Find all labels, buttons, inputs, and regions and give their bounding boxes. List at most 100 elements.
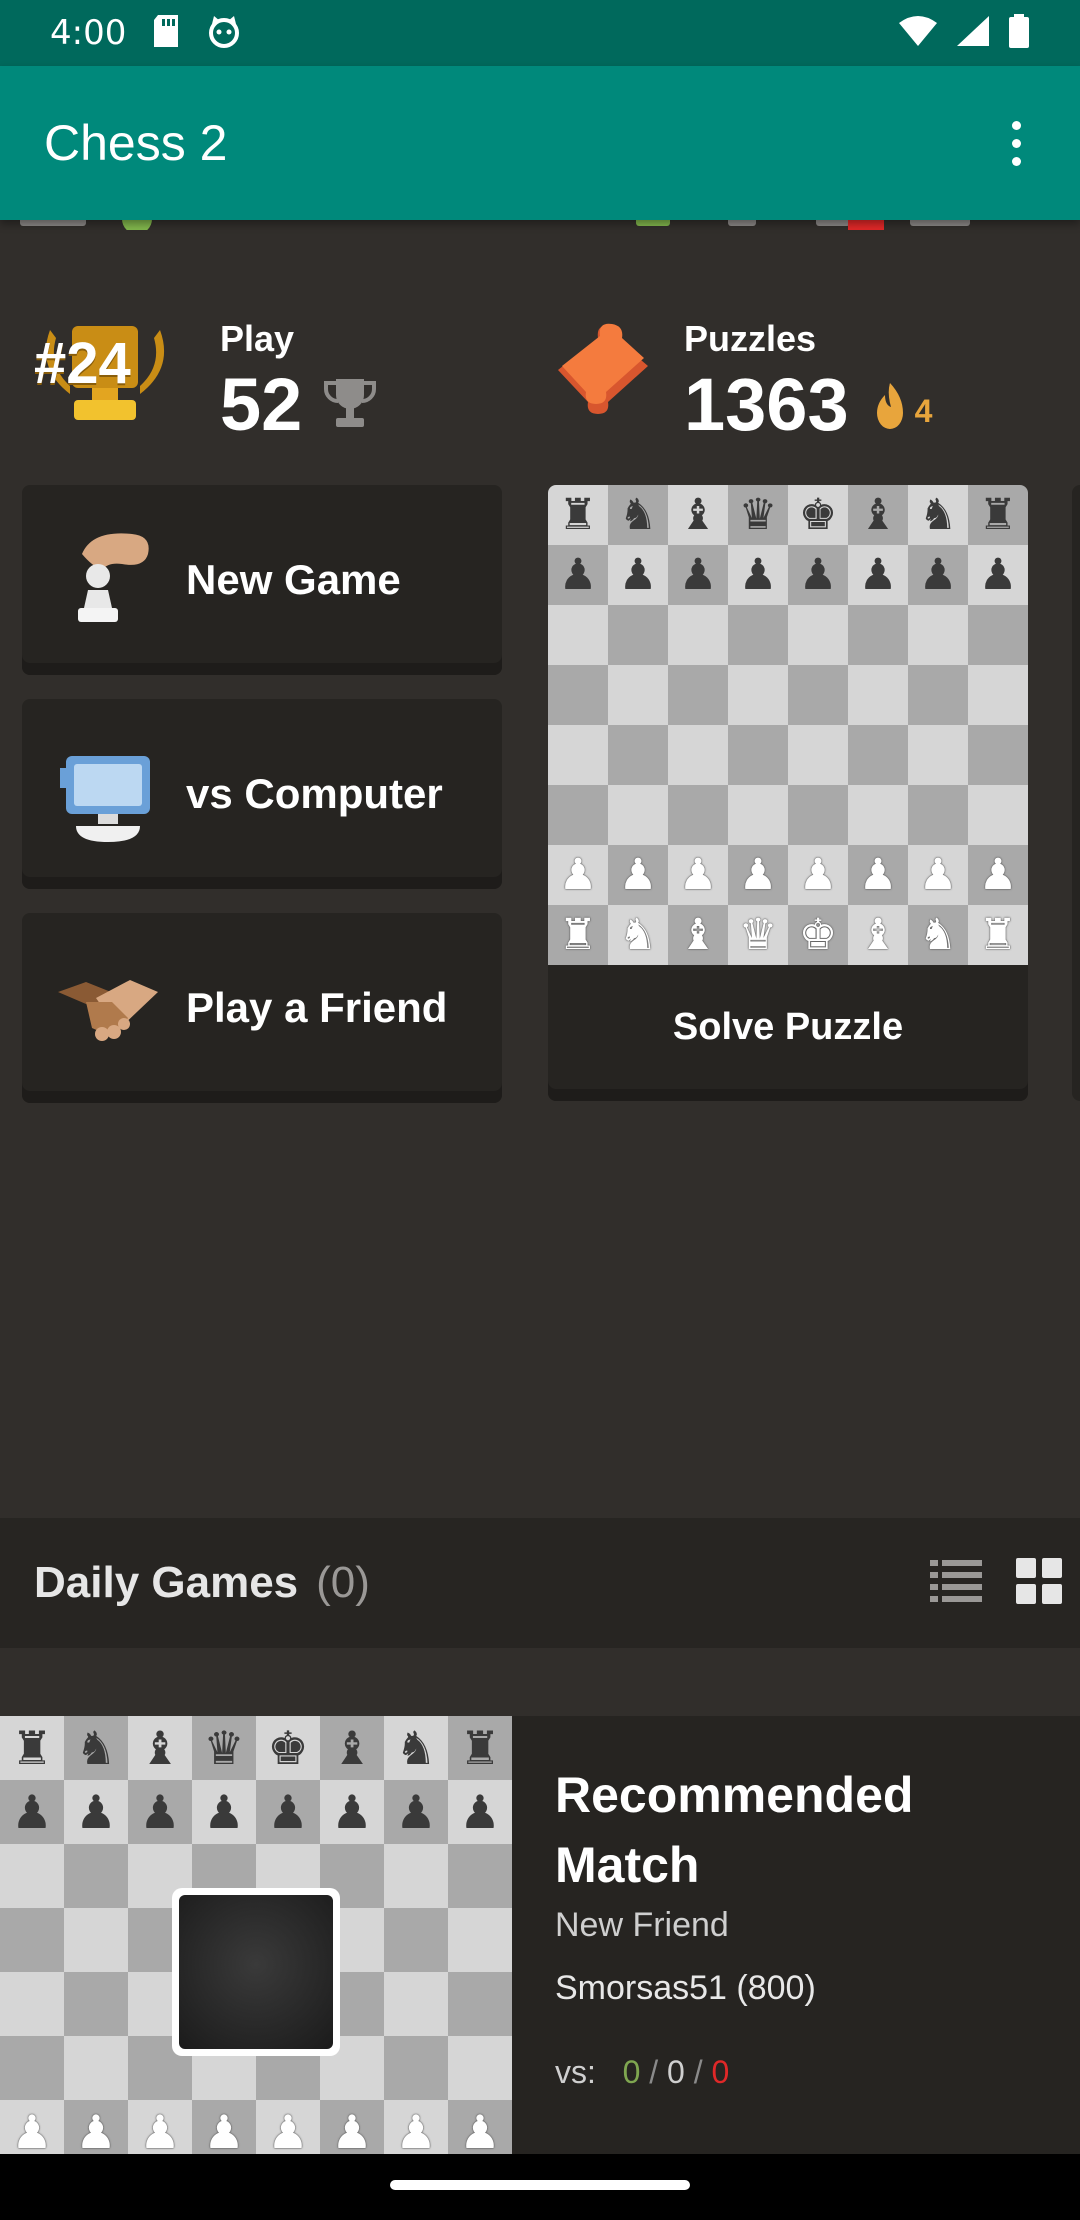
board-square: ♟	[848, 845, 908, 905]
recommended-board: ♜♞♝♛♚♝♞♜♟♟♟♟♟♟♟♟♟♟♟♟♟♟♟♟♜♞♝♛♚♝♞♜	[0, 1716, 512, 2156]
board-square	[384, 1972, 448, 2036]
board-square	[668, 665, 728, 725]
solve-puzzle-button[interactable]: Solve Puzzle	[548, 965, 1028, 1089]
board-square	[548, 605, 608, 665]
chess-piece-icon: ♟	[678, 549, 718, 600]
app-screen: 4:00 Chess 2 #24 Play 52 Puzzles 1363 4 …	[0, 0, 1080, 2220]
board-square: ♚	[788, 905, 848, 965]
more-vert-icon[interactable]	[996, 113, 1036, 173]
board-square	[608, 605, 668, 665]
board-square: ♟	[320, 1780, 384, 1844]
sd-card-icon	[152, 14, 180, 53]
status-bar: 4:00	[0, 0, 1080, 66]
board-square: ♜	[548, 485, 608, 545]
board-square: ♞	[908, 485, 968, 545]
opponent-name: Smorsas51 (800)	[555, 1969, 816, 2007]
board-square: ♜	[968, 905, 1028, 965]
chess-piece-icon: ♟	[858, 549, 898, 600]
list-view-icon[interactable]	[930, 1558, 982, 1609]
computer-icon	[52, 738, 164, 850]
chess-piece-icon: ♟	[738, 849, 778, 900]
trophy-icon	[322, 375, 378, 436]
chess-piece-icon: ♜	[978, 909, 1018, 960]
draws-count: 0	[667, 2054, 685, 2090]
chess-piece-icon: ♞	[618, 489, 658, 540]
cat-icon	[206, 14, 242, 53]
pawn-hand-icon	[52, 524, 164, 636]
board-square: ♝	[848, 905, 908, 965]
chess-piece-icon: ♟	[267, 2105, 309, 2156]
board-square	[908, 785, 968, 845]
daily-games-count: (0)	[316, 1558, 370, 1607]
board-square: ♟	[128, 1780, 192, 1844]
board-square: ♟	[384, 2100, 448, 2156]
play-friend-button[interactable]: Play a Friend	[22, 913, 502, 1103]
play-stat[interactable]: #24 Play 52	[30, 318, 378, 442]
board-square: ♞	[608, 485, 668, 545]
play-friend-label: Play a Friend	[186, 984, 448, 1031]
board-square: ♝	[128, 1716, 192, 1780]
opponent-avatar	[172, 1888, 340, 2056]
chess-piece-icon: ♜	[558, 489, 598, 540]
chess-piece-icon: ♜	[558, 909, 598, 960]
board-square: ♟	[320, 2100, 384, 2156]
board-square: ♟	[848, 545, 908, 605]
board-square	[668, 785, 728, 845]
board-square	[548, 785, 608, 845]
board-square: ♟	[256, 1780, 320, 1844]
chess-piece-icon: ♜	[978, 489, 1018, 540]
chess-piece-icon: ♞	[618, 909, 658, 960]
new-game-button[interactable]: New Game	[22, 485, 502, 675]
board-square: ♛	[192, 1716, 256, 1780]
board-square	[788, 785, 848, 845]
chess-piece-icon: ♟	[203, 1785, 245, 1839]
chess-piece-icon: ♞	[75, 1721, 117, 1775]
board-square: ♟	[728, 545, 788, 605]
board-square: ♞	[908, 905, 968, 965]
chess-piece-icon: ♟	[918, 849, 958, 900]
losses-count: 0	[711, 2054, 730, 2090]
chess-piece-icon: ♛	[738, 909, 778, 960]
app-title: Chess 2	[44, 115, 228, 171]
puzzle-icon	[550, 318, 654, 422]
board-square	[908, 665, 968, 725]
chess-piece-icon: ♟	[395, 1785, 437, 1839]
app-bar: Chess 2	[0, 66, 1080, 220]
chess-piece-icon: ♟	[978, 849, 1018, 900]
board-square: ♟	[548, 545, 608, 605]
board-square	[448, 2036, 512, 2100]
chess-piece-icon: ♟	[75, 2105, 117, 2156]
board-square	[384, 2036, 448, 2100]
separator: /	[649, 2054, 659, 2090]
home-gesture-handle[interactable]	[390, 2180, 690, 2190]
chess-piece-icon: ♝	[858, 489, 898, 540]
board-square	[728, 605, 788, 665]
vs-computer-button[interactable]: vs Computer	[22, 699, 502, 889]
chess-piece-icon: ♟	[618, 549, 658, 600]
flame-icon	[873, 381, 907, 438]
chess-piece-icon: ♟	[798, 549, 838, 600]
board-square: ♟	[0, 1780, 64, 1844]
next-card-peek	[1072, 485, 1080, 1101]
chess-piece-icon: ♟	[331, 2105, 373, 2156]
board-square	[848, 605, 908, 665]
handshake-icon	[52, 952, 164, 1064]
board-square	[0, 1908, 64, 1972]
board-square: ♟	[64, 1780, 128, 1844]
grid-view-icon[interactable]	[1016, 1557, 1062, 1609]
board-square	[548, 665, 608, 725]
puzzles-stat[interactable]: Puzzles 1363 4	[550, 318, 932, 442]
chess-piece-icon: ♟	[978, 549, 1018, 600]
chess-piece-icon: ♝	[678, 489, 718, 540]
board-square	[728, 785, 788, 845]
recommended-match-card[interactable]: ♜♞♝♛♚♝♞♜♟♟♟♟♟♟♟♟♟♟♟♟♟♟♟♟♜♞♝♛♚♝♞♜ Recomme…	[0, 1716, 1080, 2156]
chess-piece-icon: ♟	[11, 2105, 53, 2156]
recommended-title: Recommended Match	[555, 1767, 914, 1893]
puzzle-card[interactable]: ♜ ♞ ♝ ♛ ♚ ♝ ♞ ♜ ♟ ♟ ♟ ♟ ♟ ♟ ♟ ♟ ♟ ♟ ♟ ♟ ♟ ♟ ♟ ♟ ♜ ♞ ♝ ♛ ♚ ♝ ♞ ♜ Solve P…	[548, 485, 1028, 1101]
board-square: ♝	[668, 905, 728, 965]
new-game-label: New Game	[186, 556, 401, 603]
board-square	[668, 725, 728, 785]
board-square: ♚	[788, 485, 848, 545]
board-square: ♜	[448, 1716, 512, 1780]
chess-piece-icon: ♜	[11, 1721, 53, 1775]
